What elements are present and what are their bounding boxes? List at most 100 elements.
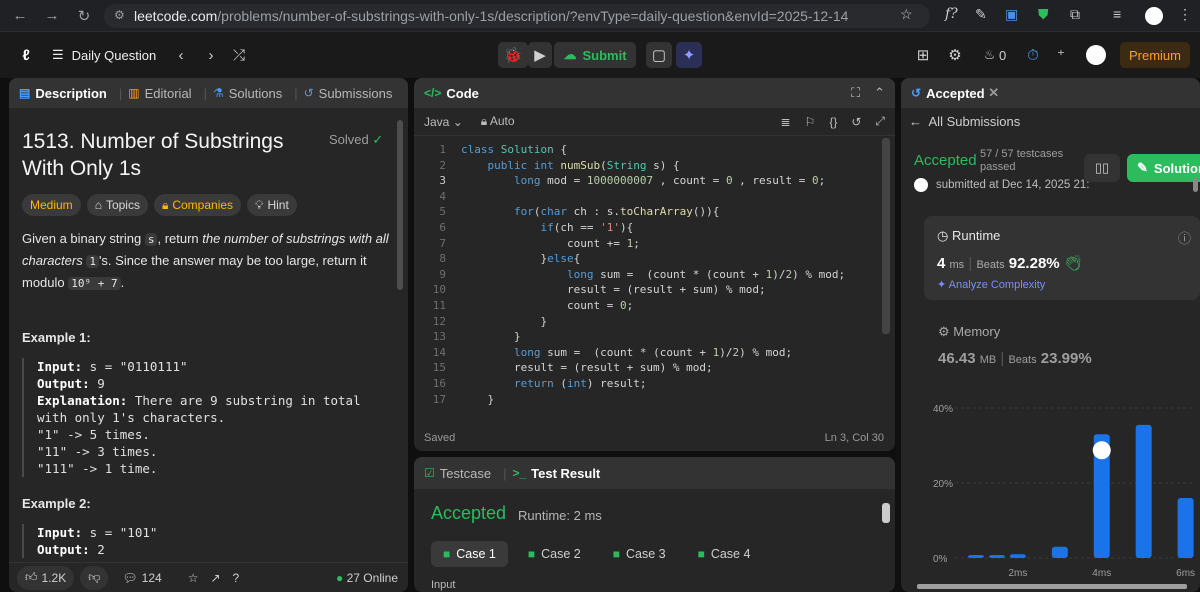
extensions-puzzle-icon[interactable]: ⧉ <box>1070 6 1080 23</box>
runtime-card[interactable]: ◷ Runtime ⓘ 4 ms | Beats 92.28% 👏︎ ✦ Ana… <box>924 216 1200 300</box>
layout-extension-icon[interactable]: ▣ <box>1005 6 1018 23</box>
companies-tag[interactable]: 🔒︎ Companies <box>153 194 242 216</box>
fullscreen-icon[interactable]: ⛶ <box>851 85 860 101</box>
runtime-bar[interactable] <box>1135 424 1152 558</box>
notes-icon[interactable]: ▢ <box>646 42 672 68</box>
code-line[interactable]: 11 count = 0; <box>414 298 884 314</box>
chart-scrollbar[interactable] <box>917 584 1187 589</box>
debug-icon[interactable]: 🐞 <box>498 42 528 68</box>
premium-button[interactable]: Premium <box>1120 42 1190 68</box>
topics-tag[interactable]: ⌂ Topics <box>86 194 148 216</box>
leetcode-logo[interactable]: ℓ <box>14 42 38 68</box>
tab-accepted[interactable]: ↺ Accepted ✕ <box>911 85 999 101</box>
format-lines-icon[interactable]: ≣ <box>780 115 790 129</box>
bookmark-icon[interactable]: ⚐ <box>805 115 816 129</box>
tab-solutions[interactable]: ⚗ Solutions <box>213 86 282 101</box>
info-icon[interactable]: ⓘ <box>1178 228 1191 247</box>
code-line[interactable]: 8 }else{ <box>414 251 884 267</box>
language-select[interactable]: Java ⌄ <box>424 115 463 129</box>
add-friend-icon[interactable]: ⁺ <box>1050 42 1072 68</box>
shuffle-icon[interactable]: ⤮ <box>228 42 250 68</box>
layout-grid-icon[interactable]: ⊞ <box>912 42 934 68</box>
back-arrow-icon[interactable]: ← <box>6 7 34 24</box>
comments-button[interactable]: 💬︎ 124 <box>114 566 169 590</box>
tab-submissions[interactable]: ↺ Submissions <box>304 86 393 101</box>
code-line[interactable]: 1 class Solution { <box>414 142 884 158</box>
runtime-distribution-chart[interactable]: 40% 20% 0% 2ms 4ms 6ms <box>909 398 1200 592</box>
tab-code[interactable]: </> Code <box>424 86 479 101</box>
analyze-complexity-link[interactable]: ✦ Analyze Complexity <box>937 278 1045 291</box>
code-line[interactable]: 6 if(ch == '1'){ <box>414 220 884 236</box>
code-line[interactable]: 5 for(char ch : s.toCharArray()){ <box>414 204 884 220</box>
next-problem-icon[interactable]: › <box>200 42 222 68</box>
runtime-bar[interactable] <box>967 555 984 558</box>
bookmark-star-icon[interactable]: ☆ <box>900 6 913 23</box>
difficulty-badge[interactable]: Medium <box>22 194 81 216</box>
tab-test-result[interactable]: >_ Test Result <box>512 466 600 481</box>
case-tab[interactable]: ■ Case 3 <box>601 541 678 567</box>
code-line[interactable]: 4 <box>414 189 884 205</box>
code-line[interactable]: 9 long sum = (count * (count + 1)/2) % m… <box>414 267 884 283</box>
profile-avatar[interactable] <box>1145 7 1163 25</box>
runtime-bar[interactable] <box>1177 498 1194 558</box>
reset-code-icon[interactable]: ↺ <box>851 115 861 129</box>
user-avatar[interactable] <box>1086 45 1106 65</box>
submit-button[interactable]: ☁ Submit <box>554 42 636 68</box>
ai-sparkle-icon[interactable]: ✦ <box>676 42 702 68</box>
tab-editorial[interactable]: ▥ Editorial <box>128 86 191 101</box>
hint-tag[interactable]: 💡︎ Hint <box>247 194 297 216</box>
code-line[interactable]: 2 public int numSub(String s) { <box>414 158 884 174</box>
streak-counter[interactable]: ♨ 0 <box>978 42 1012 68</box>
expand-icon[interactable]: ⤢ <box>875 114 885 129</box>
shield-extension-icon[interactable]: ⛊ <box>1038 6 1049 23</box>
share-icon[interactable]: ↗ <box>210 571 220 585</box>
code-line[interactable]: 12 } <box>414 314 884 330</box>
solved-status: Solved ✓ <box>329 132 383 148</box>
address-bar[interactable]: ⚙ leetcode.com/problems/number-of-substr… <box>104 4 930 28</box>
result-scrollbar[interactable] <box>1193 178 1198 192</box>
memory-label-row[interactable]: ⚙ Memory <box>938 324 1000 340</box>
code-line[interactable]: 16 return (int) result; <box>414 376 884 392</box>
tab-testcase[interactable]: ☑ Testcase <box>424 466 491 481</box>
runtime-bar[interactable] <box>988 555 1005 558</box>
solution-button[interactable]: ✎ Solution <box>1127 154 1200 182</box>
code-line[interactable]: 10 result = (result + sum) % mod; <box>414 282 884 298</box>
formula-extension-icon[interactable]: f? <box>945 6 958 22</box>
case-tab[interactable]: ■ Case 4 <box>686 541 763 567</box>
runtime-bar[interactable] <box>1051 546 1068 558</box>
close-icon[interactable]: ✕ <box>988 85 999 101</box>
collapse-chevron-icon[interactable]: ⌃ <box>874 85 885 101</box>
dislike-button[interactable]: 👎︎ <box>80 565 109 590</box>
browser-menu-icon[interactable]: ⋮ <box>1178 6 1192 23</box>
case-tab[interactable]: ■ Case 1 <box>431 541 508 567</box>
settings-gear-icon[interactable]: ⚙ <box>944 42 966 68</box>
run-play-icon[interactable]: ▶ <box>528 42 552 68</box>
editor-scrollbar[interactable] <box>882 138 890 334</box>
code-line[interactable]: 13 } <box>414 329 884 345</box>
favorite-star-icon[interactable]: ☆ <box>188 571 199 585</box>
runtime-bar[interactable] <box>1009 554 1026 558</box>
code-line[interactable]: 3 long mod = 1000000007 , count = 0 , re… <box>414 173 884 189</box>
case-tab[interactable]: ■ Case 2 <box>516 541 593 567</box>
media-control-icon[interactable]: ≡ <box>1113 6 1121 22</box>
autocomplete-mode[interactable]: 🔒︎ Auto <box>481 114 515 129</box>
all-submissions-link[interactable]: ← All Submissions <box>909 114 1020 129</box>
braces-icon[interactable]: {} <box>829 115 837 129</box>
code-line[interactable]: 7 count += 1; <box>414 236 884 252</box>
editorial-button[interactable]: ▯▯ <box>1084 154 1120 182</box>
eyedropper-extension-icon[interactable]: ✎ <box>975 6 987 23</box>
site-info-icon[interactable]: ⚙ <box>114 8 125 22</box>
reload-icon[interactable]: ↻ <box>70 7 98 25</box>
forward-arrow-icon[interactable]: → <box>38 7 66 24</box>
code-line[interactable]: 15 result = (result + sum) % mod; <box>414 360 884 376</box>
like-button[interactable]: 👍︎ 1.2K <box>17 565 75 590</box>
help-icon[interactable]: ? <box>233 571 240 585</box>
code-editor[interactable]: 1 class Solution {2 public int numSub(Str… <box>414 142 884 407</box>
tab-description[interactable]: ▤ Description <box>19 86 107 101</box>
code-line[interactable]: 17 } <box>414 392 884 408</box>
prev-problem-icon[interactable]: ‹ <box>170 42 192 68</box>
test-scrollbar[interactable] <box>882 503 890 523</box>
timer-icon[interactable]: ⏱ <box>1022 42 1044 68</box>
code-line[interactable]: 14 long sum = (count * (count + 1)/2) % … <box>414 345 884 361</box>
description-scrollbar[interactable] <box>397 120 403 290</box>
